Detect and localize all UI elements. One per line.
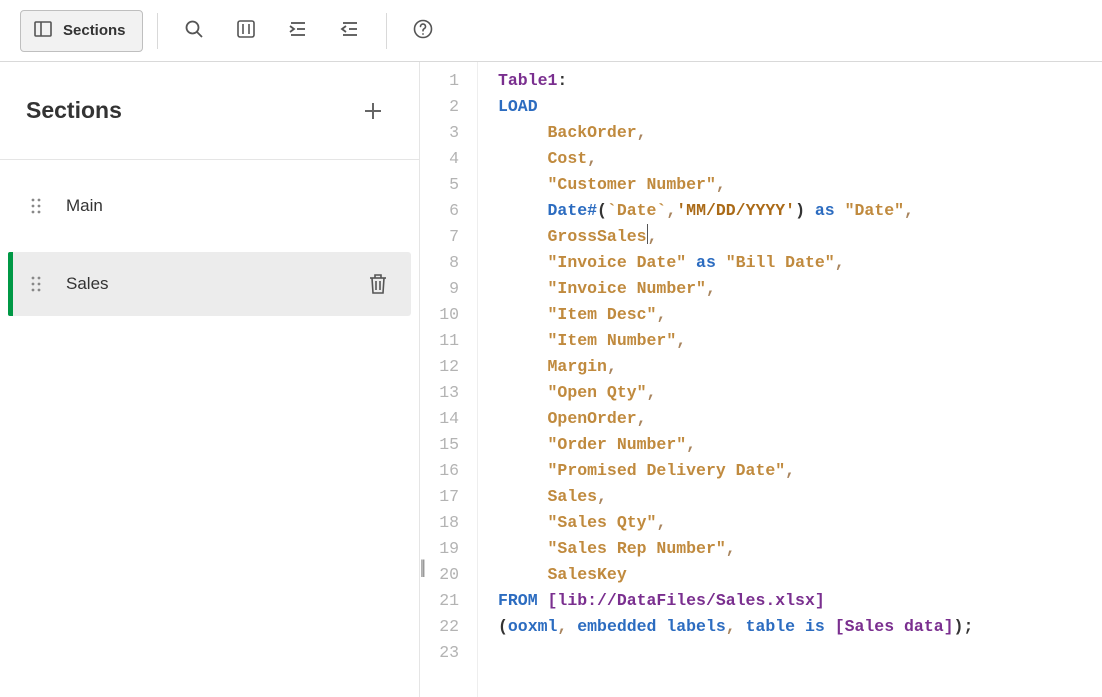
comment-icon <box>235 18 257 43</box>
outdent-button[interactable] <box>328 10 372 52</box>
toolbar-separator <box>386 13 387 49</box>
code-line[interactable]: "Item Number", <box>498 328 973 354</box>
sections-toggle-button[interactable]: Sections <box>20 10 143 52</box>
help-button[interactable] <box>401 10 445 52</box>
main-area: Sections MainSales || 123456789101112131… <box>0 62 1102 697</box>
line-number: 19 <box>420 536 459 562</box>
code-line[interactable]: "Promised Delivery Date", <box>498 458 973 484</box>
toolbar-separator <box>157 13 158 49</box>
line-number: 7 <box>420 224 459 250</box>
code-line[interactable]: GrossSales, <box>498 224 973 250</box>
indent-icon <box>287 18 309 43</box>
line-number: 8 <box>420 250 459 276</box>
code-line[interactable]: "Sales Rep Number", <box>498 536 973 562</box>
code-line[interactable]: Margin, <box>498 354 973 380</box>
line-number: 16 <box>420 458 459 484</box>
drag-handle-icon[interactable] <box>30 274 44 294</box>
code-line[interactable]: "Open Qty", <box>498 380 973 406</box>
search-button[interactable] <box>172 10 216 52</box>
code-line[interactable]: "Sales Qty", <box>498 510 973 536</box>
line-number: 22 <box>420 614 459 640</box>
outdent-icon <box>339 18 361 43</box>
sections-panel-header: Sections <box>0 62 419 160</box>
line-number: 18 <box>420 510 459 536</box>
sections-toggle-label: Sections <box>63 22 126 39</box>
delete-section-button[interactable] <box>363 269 393 299</box>
line-number: 3 <box>420 120 459 146</box>
line-number: 15 <box>420 432 459 458</box>
plus-icon <box>362 100 384 122</box>
line-number: 14 <box>420 406 459 432</box>
code-editor[interactable]: 1234567891011121314151617181920212223 Ta… <box>420 62 1102 697</box>
code-area[interactable]: Table1:LOAD BackOrder, Cost, "Customer N… <box>478 62 973 697</box>
line-number: 5 <box>420 172 459 198</box>
line-number: 12 <box>420 354 459 380</box>
search-icon <box>183 18 205 43</box>
line-number: 20 <box>420 562 459 588</box>
code-line[interactable]: Sales, <box>498 484 973 510</box>
code-line[interactable]: "Invoice Date" as "Bill Date", <box>498 250 973 276</box>
section-item-label: Main <box>66 196 393 216</box>
code-line[interactable]: Table1: <box>498 68 973 94</box>
sections-panel: Sections Main Sales || <box>0 62 420 697</box>
comment-button[interactable] <box>224 10 268 52</box>
line-number: 23 <box>420 640 459 666</box>
code-line[interactable]: OpenOrder, <box>498 406 973 432</box>
sections-list: Main Sales <box>0 160 419 697</box>
top-toolbar: Sections <box>0 0 1102 62</box>
help-icon <box>412 18 434 43</box>
line-number: 10 <box>420 302 459 328</box>
line-number: 1 <box>420 68 459 94</box>
line-number: 6 <box>420 198 459 224</box>
panel-icon <box>33 19 53 43</box>
indent-button[interactable] <box>276 10 320 52</box>
line-number: 9 <box>420 276 459 302</box>
code-line[interactable]: "Item Desc", <box>498 302 973 328</box>
line-number: 13 <box>420 380 459 406</box>
code-line[interactable]: SalesKey <box>498 562 973 588</box>
line-number: 2 <box>420 94 459 120</box>
drag-handle-icon[interactable] <box>30 196 44 216</box>
add-section-button[interactable] <box>353 91 393 131</box>
splitter-handle[interactable]: || <box>420 557 423 578</box>
code-line[interactable]: "Customer Number", <box>498 172 973 198</box>
code-line[interactable]: BackOrder, <box>498 120 973 146</box>
section-item[interactable]: Sales <box>8 252 411 316</box>
code-line[interactable]: Cost, <box>498 146 973 172</box>
line-number: 21 <box>420 588 459 614</box>
code-line[interactable]: (ooxml, embedded labels, table is [Sales… <box>498 614 973 640</box>
code-line[interactable]: "Invoice Number", <box>498 276 973 302</box>
line-number-gutter: 1234567891011121314151617181920212223 <box>420 62 478 697</box>
code-line[interactable] <box>498 640 973 666</box>
line-number: 11 <box>420 328 459 354</box>
code-line[interactable]: "Order Number", <box>498 432 973 458</box>
code-line[interactable]: Date#(`Date`,'MM/DD/YYYY') as "Date", <box>498 198 973 224</box>
code-line[interactable]: FROM [lib://DataFiles/Sales.xlsx] <box>498 588 973 614</box>
code-line[interactable]: LOAD <box>498 94 973 120</box>
sections-panel-title: Sections <box>26 97 122 124</box>
line-number: 4 <box>420 146 459 172</box>
section-item[interactable]: Main <box>8 174 411 238</box>
section-item-label: Sales <box>66 274 341 294</box>
line-number: 17 <box>420 484 459 510</box>
